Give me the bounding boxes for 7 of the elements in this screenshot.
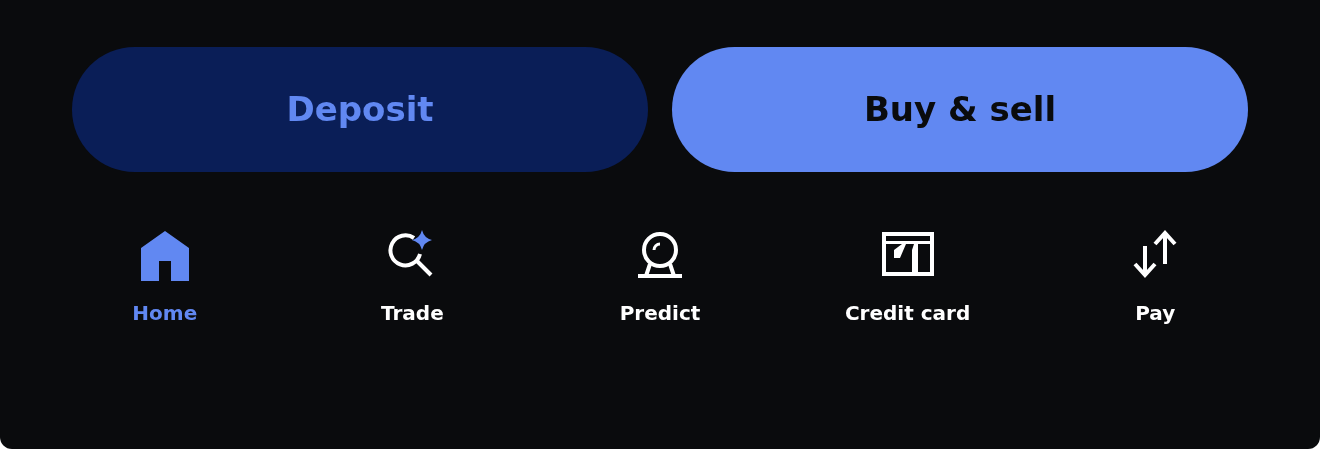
nav-tab[interactable]: Predict <box>536 228 784 328</box>
nav-tab[interactable]: Trade <box>288 228 537 328</box>
nav-tab[interactable]: Home <box>41 228 289 328</box>
buy-sell-button[interactable]: Buy & sell <box>672 47 1248 172</box>
nav-tab[interactable]: Pay <box>1031 228 1279 328</box>
deposit-button[interactable]: Deposit <box>72 47 648 172</box>
nav-tab[interactable]: Credit card <box>783 228 1032 328</box>
